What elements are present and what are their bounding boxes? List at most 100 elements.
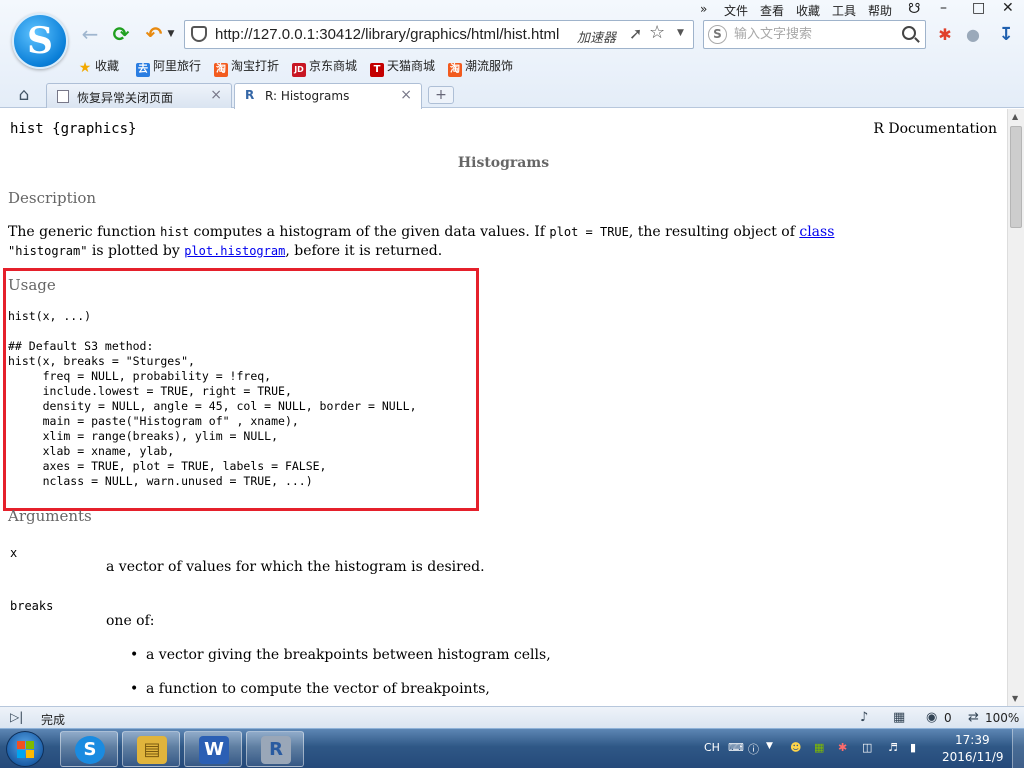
taskbar: S ▤ W R CH ⌨ ⓘ ▼ ☻ ▦ ✱ ◫ ♬ ▮ 17:39 2016/… bbox=[0, 728, 1024, 768]
volume-icon[interactable]: ♬ bbox=[888, 741, 898, 754]
argument-name-x: x bbox=[10, 546, 18, 560]
word-icon: W bbox=[199, 736, 229, 764]
browser-logo[interactable]: S bbox=[12, 13, 68, 69]
status-bar: ▷| 完成 ♪ ▦ ◉ 0 ⇄ 100% bbox=[0, 706, 1024, 728]
scrollbar-thumb[interactable] bbox=[1010, 126, 1022, 228]
vertical-scrollbar[interactable]: ▲ ▼ bbox=[1007, 109, 1024, 706]
bookmark-fashion[interactable]: 淘潮流服饰 bbox=[448, 56, 514, 77]
device-icon[interactable]: ◫ bbox=[862, 741, 872, 754]
ime-language[interactable]: CH bbox=[704, 741, 720, 754]
skin-icon[interactable]: ☋ bbox=[908, 1, 920, 17]
bookmark-ali-travel[interactable]: 去阿里旅行 bbox=[136, 56, 201, 77]
description-text: is plotted by bbox=[87, 243, 185, 259]
scroll-up-icon[interactable]: ▲ bbox=[1012, 112, 1018, 121]
search-input[interactable] bbox=[734, 24, 894, 45]
scroll-down-icon[interactable]: ▼ bbox=[1012, 694, 1018, 703]
more-icon[interactable]: ● bbox=[962, 24, 984, 46]
tmall-icon: T bbox=[370, 63, 384, 77]
taskbar-sogou-browser[interactable]: S bbox=[60, 731, 118, 767]
keyboard-icon[interactable]: ⌨ bbox=[728, 741, 744, 754]
tray-expand-icon[interactable]: ▼ bbox=[766, 741, 773, 751]
undo-dropdown-icon[interactable]: ▼ bbox=[166, 22, 176, 46]
bookmark-taobao[interactable]: 淘淘宝打折 bbox=[214, 56, 279, 77]
home-icon[interactable]: ⌂ bbox=[14, 85, 34, 105]
address-dropdown-icon[interactable]: ▼ bbox=[677, 28, 684, 38]
bookmark-tmall[interactable]: T 天猫商城 bbox=[370, 56, 435, 77]
zoom-icon[interactable]: ⇄ bbox=[968, 710, 979, 725]
description-heading: Description bbox=[8, 189, 97, 207]
close-icon[interactable]: ✕ bbox=[1002, 0, 1014, 16]
clock-time[interactable]: 17:39 bbox=[955, 733, 990, 747]
list-item-text: a vector giving the breakpoints between … bbox=[146, 647, 551, 663]
network-icon[interactable]: ▦ bbox=[893, 710, 905, 725]
tab-recover-pages[interactable]: 恢复异常关闭页面 × bbox=[46, 83, 232, 108]
search-icon[interactable] bbox=[902, 26, 916, 40]
description-text: The generic function bbox=[8, 224, 161, 240]
taskbar-r-gui[interactable]: R bbox=[246, 731, 304, 767]
clock-date[interactable]: 2016/11/9 bbox=[942, 750, 1004, 764]
class-link[interactable]: class bbox=[799, 224, 834, 240]
windows-logo-red bbox=[17, 741, 25, 749]
list-item-text: a function to compute the vector of brea… bbox=[146, 681, 490, 697]
menu-help[interactable]: 帮助 bbox=[868, 2, 892, 19]
list-item: a vector giving the breakpoints between … bbox=[130, 647, 551, 663]
zoom-level[interactable]: 100% bbox=[985, 711, 1019, 725]
windows-logo-blue bbox=[17, 750, 25, 758]
download-icon[interactable]: ↧ bbox=[995, 24, 1017, 46]
travel-icon: 去 bbox=[136, 63, 150, 77]
tab-label: R: Histograms bbox=[265, 89, 350, 103]
r-icon: R bbox=[261, 736, 291, 764]
windows-logo-green bbox=[26, 741, 34, 749]
new-tab-button[interactable]: + bbox=[428, 86, 454, 104]
tab-close-icon[interactable]: × bbox=[400, 87, 412, 103]
jd-icon: JD bbox=[292, 63, 306, 77]
menu-overflow[interactable]: » bbox=[700, 2, 707, 16]
taskbar-word[interactable]: W bbox=[184, 731, 242, 767]
sidebar-toggle-icon[interactable]: ▷| bbox=[10, 710, 23, 724]
security-icon[interactable]: ▦ bbox=[814, 741, 824, 754]
menu-tools[interactable]: 工具 bbox=[832, 2, 856, 19]
address-bar[interactable]: http://127.0.0.1:30412/library/graphics/… bbox=[184, 20, 694, 49]
shield-icon bbox=[191, 26, 207, 42]
bookmark-favorites[interactable]: ★ 收藏 bbox=[78, 56, 119, 76]
maximize-icon[interactable]: □ bbox=[972, 0, 985, 16]
undo-close-button[interactable]: ↶ bbox=[140, 22, 168, 46]
folder-icon: ▤ bbox=[137, 736, 167, 764]
help-icon[interactable]: ⓘ bbox=[748, 741, 759, 757]
show-desktop-button[interactable] bbox=[1012, 729, 1024, 768]
taskbar-file-explorer[interactable]: ▤ bbox=[122, 731, 180, 767]
extension-icon[interactable]: ✱ bbox=[934, 24, 956, 46]
menu-view[interactable]: 查看 bbox=[760, 2, 784, 19]
status-text: 完成 bbox=[41, 713, 66, 727]
menu-file[interactable]: 文件 bbox=[724, 2, 748, 19]
search-engine-icon[interactable]: S bbox=[708, 25, 727, 44]
browser-chrome: S ← ⟳ ↶ ▼ http://127.0.0.1:30412/library… bbox=[0, 0, 1024, 109]
code-histogram: "histogram" bbox=[8, 244, 88, 258]
flash-icon[interactable]: ✱ bbox=[838, 741, 847, 754]
logo-glyph: S bbox=[27, 20, 53, 62]
accelerator-button[interactable]: 加速器 bbox=[577, 27, 616, 46]
qq-icon[interactable]: ☻ bbox=[790, 741, 801, 754]
plot-histogram-link[interactable]: plot.histogram bbox=[184, 244, 285, 258]
adblock-icon[interactable]: ◉ bbox=[926, 710, 937, 725]
bookmark-jd[interactable]: JD 京东商城 bbox=[292, 56, 357, 77]
star-icon[interactable]: ☆ bbox=[649, 22, 665, 43]
usage-heading: Usage bbox=[8, 276, 56, 294]
search-box[interactable]: S bbox=[703, 20, 926, 49]
bookmark-label: 潮流服饰 bbox=[465, 59, 514, 73]
bolt-icon[interactable]: ➚ bbox=[629, 24, 642, 43]
page-title: Histograms bbox=[457, 155, 550, 171]
doc-package-label: hist {graphics} bbox=[10, 121, 137, 137]
minimize-icon[interactable]: – bbox=[940, 0, 947, 16]
start-button[interactable] bbox=[6, 731, 44, 767]
address-text[interactable]: http://127.0.0.1:30412/library/graphics/… bbox=[215, 26, 559, 43]
arguments-heading: Arguments bbox=[8, 507, 92, 525]
argument-name-breaks: breaks bbox=[10, 599, 54, 613]
tab-r-histograms[interactable]: R R: Histograms × bbox=[234, 83, 422, 109]
back-button[interactable]: ← bbox=[78, 22, 102, 46]
volume-icon[interactable]: ♪ bbox=[860, 710, 868, 725]
network-signal-icon[interactable]: ▮ bbox=[910, 741, 916, 754]
tab-close-icon[interactable]: × bbox=[210, 87, 222, 103]
refresh-button[interactable]: ⟳ bbox=[108, 22, 134, 46]
menu-favorites[interactable]: 收藏 bbox=[796, 2, 820, 19]
